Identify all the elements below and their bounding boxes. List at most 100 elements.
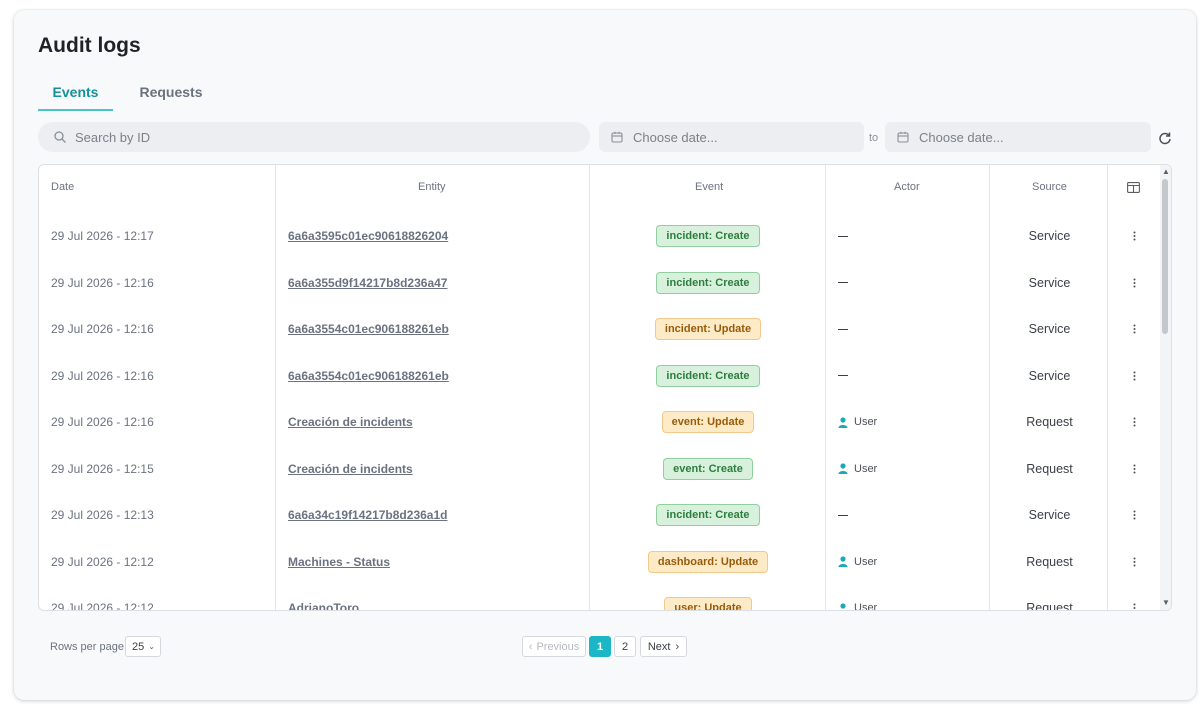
row-actions-menu[interactable] [1109, 306, 1159, 352]
table-row[interactable]: 29 Jul 2026 - 12:12 AdrianoToro user: Upda… [39, 585, 1160, 611]
actor-name: User [854, 555, 878, 568]
event-badge: incident: Create [656, 225, 760, 247]
scrollbar-thumb[interactable] [1162, 179, 1168, 334]
row-entity-link[interactable]: Creación de incidents [288, 446, 413, 492]
row-event: incident: Create [590, 353, 826, 399]
search-icon [54, 131, 66, 143]
page-1-button[interactable]: 1 [589, 636, 611, 657]
more-vertical-icon [1133, 371, 1135, 380]
row-entity-link[interactable]: AdrianoToro [288, 585, 359, 610]
row-entity-link[interactable]: 6a6a3554c01ec906188261eb [288, 306, 449, 352]
table-row[interactable]: 29 Jul 2026 - 12:12 Machines - Status dash… [39, 539, 1160, 585]
row-event: user: Update [590, 585, 826, 610]
event-badge: incident: Create [656, 504, 760, 526]
row-source: Request [1026, 415, 1073, 429]
table-row[interactable]: 29 Jul 2026 - 12:16 Creación de incidents… [39, 399, 1160, 445]
row-source: Request [1026, 601, 1073, 611]
audit-table: Date Entity Event Actor Source 29 Jul 20… [38, 164, 1172, 611]
table-row[interactable]: 29 Jul 2026 - 12:16 6a6a355d9f14217b8d236… [39, 260, 1160, 306]
more-vertical-icon [1133, 603, 1135, 609]
row-source: Service [1028, 508, 1071, 522]
column-settings-icon[interactable] [1127, 182, 1140, 193]
table-row[interactable]: 29 Jul 2026 - 12:16 6a6a3554c01ec90618826… [39, 306, 1160, 352]
table-row[interactable]: 29 Jul 2026 - 12:17 6a6a3595c01ec90618826… [39, 213, 1160, 259]
row-actions-menu[interactable] [1109, 353, 1159, 399]
search-box [38, 122, 590, 152]
search-input[interactable] [75, 129, 590, 145]
event-badge: user: Update [664, 597, 752, 610]
row-actions-menu[interactable] [1109, 213, 1159, 259]
row-entity-link[interactable]: Creación de incidents [288, 399, 413, 445]
event-badge: incident: Create [656, 271, 760, 294]
scroll-down-icon[interactable]: ▼ [1162, 598, 1170, 607]
table-row[interactable]: 29 Jul 2026 - 12:16 6a6a3554c01ec90618826… [39, 353, 1160, 399]
event-badge: event: Create [663, 457, 753, 480]
page-2-button[interactable]: 2 [614, 636, 636, 657]
actor-name: User [854, 462, 878, 475]
row-event: event: Update [590, 399, 826, 445]
row-actions-menu[interactable] [1109, 585, 1159, 610]
calendar-icon [897, 131, 909, 143]
user-icon [838, 556, 848, 567]
event-badge: event: Update [661, 411, 755, 433]
next-label: Next [647, 640, 671, 653]
row-actor [838, 260, 848, 306]
row-date: 29 Jul 2026 - 12:16 [51, 275, 154, 290]
row-entity-link[interactable]: Machines - Status [288, 539, 390, 585]
row-entity-link[interactable]: 6a6a34c19f14217b8d236a1d [288, 492, 447, 538]
user-icon [838, 463, 848, 474]
date-to-input[interactable] [919, 129, 1151, 145]
row-date: 29 Jul 2026 - 12:12 [51, 601, 154, 611]
row-date: 29 Jul 2026 - 12:16 [51, 368, 154, 383]
chevron-right-icon: › [675, 640, 680, 653]
previous-page-button[interactable]: ‹ Previous [522, 636, 586, 657]
calendar-icon [611, 131, 623, 143]
row-actions-menu[interactable] [1109, 260, 1159, 306]
more-vertical-icon [1133, 278, 1135, 287]
tab-events[interactable]: Events [38, 84, 113, 111]
next-page-button[interactable]: Next › [640, 636, 687, 657]
empty-actor-dash [838, 514, 848, 516]
header-source[interactable]: Source [1032, 181, 1067, 193]
previous-label: Previous [536, 640, 580, 653]
empty-actor-dash [838, 282, 848, 283]
refresh-icon[interactable] [1158, 131, 1172, 145]
header-entity[interactable]: Entity [418, 181, 446, 193]
more-vertical-icon [1133, 510, 1135, 520]
row-event: event: Create [590, 446, 826, 492]
header-event[interactable]: Event [695, 181, 723, 193]
row-event: incident: Create [590, 492, 826, 538]
row-source: Service [1028, 229, 1071, 243]
row-entity-link[interactable]: 6a6a3595c01ec90618826204 [288, 213, 448, 259]
rows-per-page-select[interactable]: 25 ⌄ [125, 636, 161, 657]
row-actions-menu[interactable] [1109, 446, 1159, 492]
row-date: 29 Jul 2026 - 12:17 [51, 229, 154, 243]
table-row[interactable]: 29 Jul 2026 - 12:13 6a6a34c19f14217b8d236… [39, 492, 1160, 538]
rows-per-page-label: Rows per page: [50, 641, 128, 653]
row-event: incident: Update [590, 306, 826, 352]
user-icon [838, 416, 848, 428]
chevron-down-icon: ⌄ [148, 642, 155, 651]
row-entity-link[interactable]: 6a6a3554c01ec906188261eb [288, 353, 449, 399]
row-date: 29 Jul 2026 - 12:16 [51, 322, 154, 336]
more-vertical-icon [1133, 231, 1135, 241]
scroll-up-icon[interactable]: ▲ [1162, 167, 1170, 176]
scrollbar[interactable]: ▲ ▼ [1160, 165, 1171, 610]
header-actor[interactable]: Actor [894, 181, 920, 193]
rows-per-page-value: 25 [132, 640, 145, 653]
row-actor [838, 213, 848, 259]
row-actions-menu[interactable] [1109, 399, 1159, 445]
user-icon [840, 602, 846, 609]
event-badge: dashboard: Update [647, 550, 769, 573]
date-from-input[interactable] [633, 129, 864, 145]
row-actions-menu[interactable] [1109, 492, 1159, 538]
row-actions-menu[interactable] [1109, 539, 1159, 585]
more-vertical-icon [1133, 464, 1135, 473]
header-date[interactable]: Date [51, 181, 74, 193]
tab-requests[interactable]: Requests [113, 84, 229, 111]
empty-actor-dash [838, 375, 848, 376]
more-vertical-icon [1133, 557, 1135, 566]
table-row[interactable]: 29 Jul 2026 - 12:15 Creación de incidents… [39, 446, 1160, 492]
audit-logs-card: Audit logs Events Requests to [14, 10, 1196, 700]
row-entity-link[interactable]: 6a6a355d9f14217b8d236a47 [288, 260, 447, 306]
